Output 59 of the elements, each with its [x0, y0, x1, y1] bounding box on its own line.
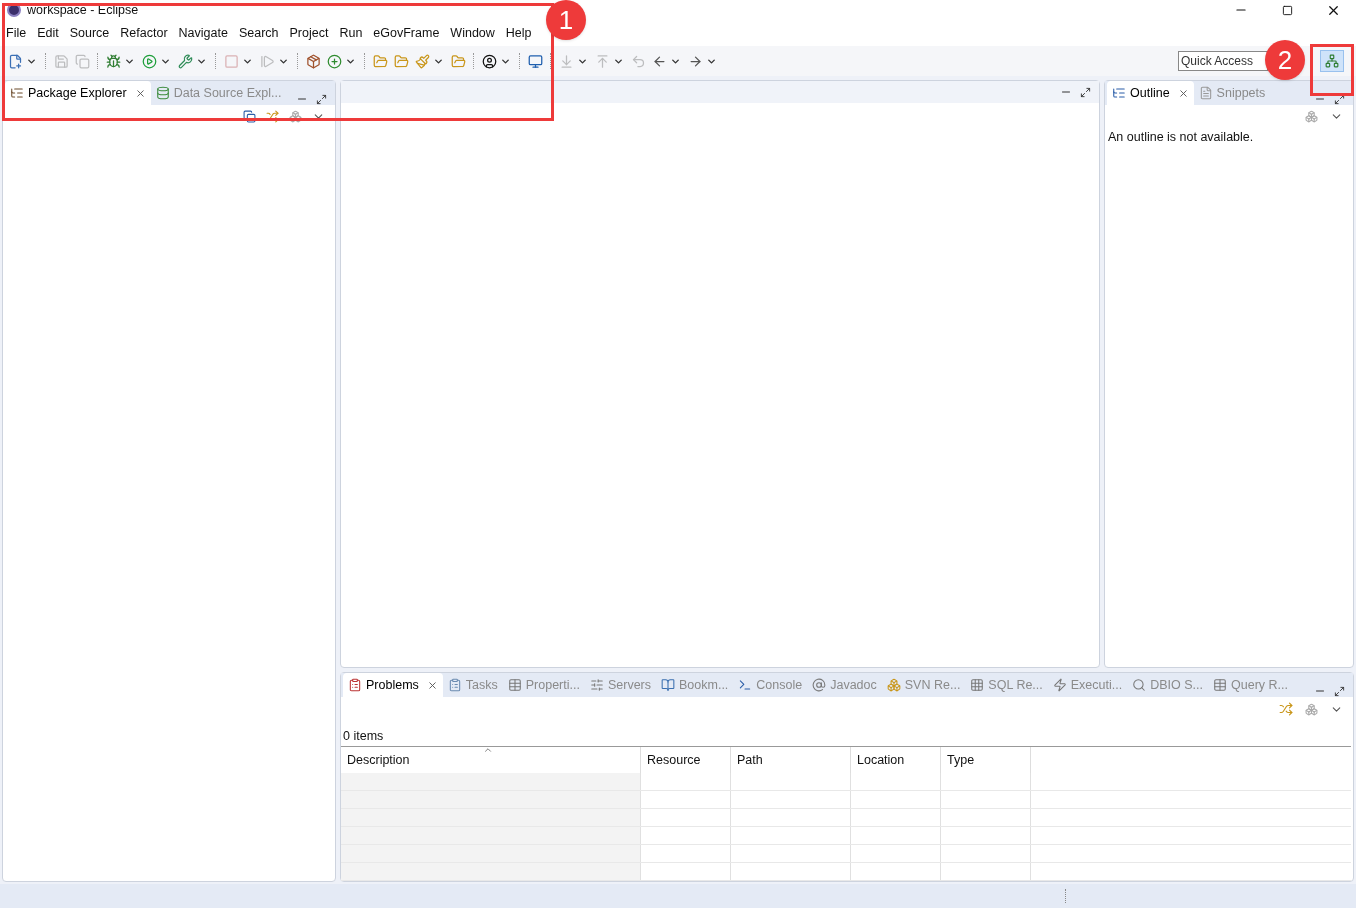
outline-icon [1112, 86, 1126, 100]
menu-item[interactable]: Search [235, 23, 282, 43]
menu-item[interactable]: Source [66, 23, 113, 43]
add-class-icon[interactable] [325, 52, 343, 70]
folder-icon[interactable] [449, 52, 467, 70]
menu-item[interactable]: Window [447, 23, 498, 43]
sliders-icon [589, 678, 604, 693]
menu-item[interactable]: Edit [34, 23, 62, 43]
view-tab[interactable]: Package Explorer [5, 81, 151, 105]
sort-icon [483, 745, 493, 755]
book-icon [661, 678, 675, 693]
menu-item[interactable]: Run [336, 23, 366, 43]
table-icon [1213, 678, 1227, 693]
column-header[interactable]: Resource [641, 747, 731, 773]
highlight-frame [1310, 44, 1354, 96]
snippets-icon [1198, 86, 1213, 100]
close-icon[interactable] [134, 87, 146, 99]
execution-icon [1052, 678, 1067, 693]
problems-icon [348, 678, 362, 693]
menu-item[interactable]: Refactor [117, 23, 171, 43]
maximize-icon[interactable] [1334, 93, 1345, 105]
filter-icon[interactable] [289, 109, 302, 123]
at-icon [812, 678, 827, 693]
column-header[interactable]: Path [731, 747, 851, 773]
table-icon [970, 678, 985, 693]
view-tab[interactable]: Outline [1107, 81, 1194, 105]
table-icon [507, 678, 522, 693]
column-header[interactable]: Location [851, 747, 941, 773]
menu-item[interactable]: File [3, 23, 30, 43]
column-header[interactable]: Type [941, 747, 1031, 773]
folder-icon[interactable] [371, 52, 389, 70]
user-icon[interactable] [480, 52, 498, 70]
search-icon [1132, 678, 1147, 693]
view-tab[interactable]: Problems [343, 673, 443, 698]
maximize-icon[interactable] [1334, 685, 1345, 697]
close-icon[interactable] [426, 679, 438, 691]
maximize-icon[interactable] [316, 93, 327, 105]
monitor-icon[interactable] [526, 52, 544, 70]
item-count: 0 items [342, 728, 385, 746]
folder-icon[interactable] [392, 52, 410, 70]
outline-message: An outline is not available. [1107, 129, 1255, 146]
tasks-icon [447, 678, 462, 693]
menu-item[interactable]: Project [286, 23, 332, 43]
tool-icon[interactable] [176, 52, 194, 70]
menu-item[interactable]: Navigate [175, 23, 231, 43]
boxes-icon [886, 678, 901, 693]
console-icon [738, 678, 753, 693]
package-icon[interactable] [304, 52, 322, 70]
close-icon[interactable] [1177, 87, 1189, 99]
collapse-all-icon[interactable] [243, 109, 256, 123]
maximize-icon [1281, 4, 1293, 16]
menu-item[interactable]: Help [502, 23, 535, 43]
quick-access-field[interactable]: Quick Access [1178, 51, 1268, 71]
bug-icon[interactable] [104, 52, 122, 70]
menu-item[interactable]: eGovFrame [370, 23, 443, 43]
perspective-button[interactable] [1320, 50, 1344, 72]
package-tree-icon [10, 86, 24, 100]
maximize-icon[interactable] [1080, 86, 1091, 98]
database-icon [155, 86, 170, 100]
